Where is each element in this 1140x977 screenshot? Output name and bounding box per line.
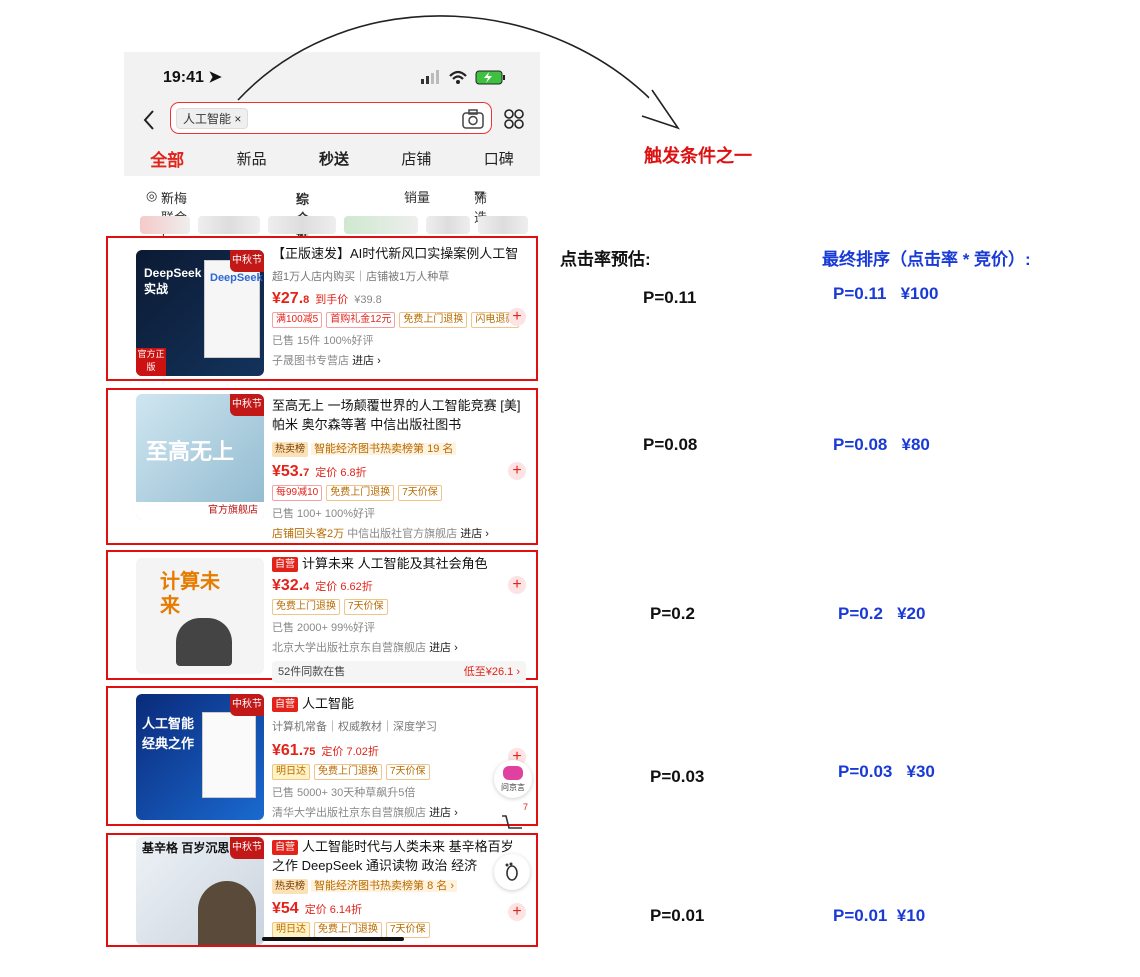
festival-badge: 中秋节 <box>230 837 264 859</box>
ctr-value: P=0.03 <box>650 767 705 786</box>
tab-new[interactable]: 新品 <box>237 148 267 169</box>
filter-button[interactable]: 筛选 ⛛ <box>474 188 487 225</box>
cart-icon[interactable]: 7 <box>500 802 528 832</box>
rank-value: P=0.2 ¥20 <box>838 604 926 623</box>
promo-badges: 免费上门退换 7天价保 <box>272 599 526 615</box>
canvas: 19:41 ➤ 人工智能 × 全部 新品 秒送 店铺 口碑 ◎ 新梅联合广… ˅ <box>0 0 1140 977</box>
product-card[interactable]: 基辛格 百岁沉思 中秋节 自营 人工智能时代与人类未来 基辛格百岁之作 DeepS… <box>106 833 538 947</box>
back-icon[interactable] <box>140 108 160 132</box>
trigger-arrow <box>237 15 681 130</box>
add-cart-button[interactable]: + <box>508 903 526 921</box>
filter-bar: ◎ 新梅联合广… ˅ 综合推荐 ˅ 销量 筛选 ⛛ <box>124 180 540 264</box>
product-card[interactable]: DeepSeek实战 DeepSeek 官方正版 中秋节 【正版速发】AI时代新… <box>106 236 538 381</box>
sold-count: 已售 2000+ 99%好评 <box>272 622 376 634</box>
product-card[interactable]: 人工智能 经典之作 中秋节 自营 人工智能 计算机常备｜权威教材｜深度学习 ¥61… <box>106 686 538 826</box>
shop-line[interactable]: 清华大学出版社京东自营旗舰店 进店 › <box>272 804 526 820</box>
shop-line[interactable]: 北京大学出版社京东自营旗舰店 进店 › <box>272 639 526 655</box>
product-card[interactable]: 至高无上 官方旗舰店 中秋节 至高无上 一场颠覆世界的人工智能竞赛 [美] 帕米… <box>106 388 538 545</box>
add-cart-button[interactable]: + <box>508 308 526 326</box>
rank-value: P=0.11 ¥100 <box>833 284 939 303</box>
festival-badge: 中秋节 <box>230 694 264 716</box>
rank-value: P=0.08 ¥80 <box>833 435 930 454</box>
ask-assistant-button[interactable]: 问京言 <box>494 760 532 798</box>
same-item-bar[interactable]: 52件同款在售 低至¥26.1 › <box>272 661 526 683</box>
rank-line: 热卖榜 智能经济图书热卖榜第 8 名 › <box>272 877 526 894</box>
status-time: 19:41 ➤ <box>163 69 222 86</box>
home-indicator <box>262 937 404 941</box>
ctr-value: P=0.11 <box>643 288 697 307</box>
ctr-heading: 点击率预估: <box>560 250 651 269</box>
ctr-value: P=0.01 <box>650 906 705 925</box>
price-tag: 定价 6.8折 <box>315 467 367 479</box>
promo-badges: 明日达 免费上门退换 7天价保 <box>272 922 526 938</box>
sort-filter[interactable]: 综合推荐 ˅ <box>296 189 309 264</box>
product-image: 基辛格 百岁沉思 中秋节 <box>136 837 264 945</box>
ctr-value: P=0.2 <box>650 604 695 623</box>
sold-count: 已售 100+ 100%好评 <box>272 508 376 520</box>
product-title[interactable]: 自营 计算未来 人工智能及其社会角色 <box>272 554 526 573</box>
product-image: 至高无上 官方旗舰店 中秋节 <box>136 394 264 520</box>
sold-count: 已售 15件 100%好评 <box>272 335 374 347</box>
shop-line[interactable]: 店铺回头客2万 中信出版社官方旗舰店 进店 › <box>272 525 526 541</box>
price: ¥32.4 <box>272 577 310 594</box>
price: ¥53.7 <box>272 463 310 480</box>
price-tag: 定价 7.02折 <box>321 746 379 758</box>
promo-badges: 明日达 免费上门退换 7天价保 <box>272 764 526 780</box>
price: ¥27.8 <box>272 290 310 307</box>
festival-badge: 中秋节 <box>230 394 264 416</box>
product-meta: 计算机常备｜权威教材｜深度学习 <box>272 721 437 733</box>
category-tabs: 全部 新品 秒送 店铺 口碑 <box>124 140 540 176</box>
price: ¥61.75 <box>272 742 316 759</box>
rank-value: P=0.03 ¥30 <box>838 762 935 781</box>
product-title[interactable]: 自营 人工智能 <box>272 694 526 713</box>
tab-shops[interactable]: 店铺 <box>401 148 431 169</box>
tab-instant[interactable]: 秒送 <box>319 148 349 169</box>
product-meta: 超1万人店内购买｜店铺被1万人种草 <box>272 271 450 283</box>
sold-count: 已售 5000+ 30天种草飙升5倍 <box>272 787 416 799</box>
rank-line: 热卖榜 智能经济图书热卖榜第 19 名 <box>272 440 526 457</box>
location-filter[interactable]: ◎ 新梅联合广… ˅ <box>146 188 187 244</box>
add-cart-button[interactable]: + <box>508 462 526 480</box>
trigger-label: 触发条件之一 <box>644 146 752 166</box>
ctr-value: P=0.08 <box>643 435 698 454</box>
product-title[interactable]: 至高无上 一场颠覆世界的人工智能竞赛 [美] 帕米 奥尔森等著 中信出版社图书 <box>272 396 526 434</box>
price-tag: 到手价 <box>315 294 349 306</box>
product-image: 计算未来 <box>136 558 264 674</box>
sales-filter[interactable]: 销量 <box>404 187 430 206</box>
product-card[interactable]: 计算未来 自营 计算未来 人工智能及其社会角色 ¥32.4 定价 6.62折 免费… <box>106 550 538 683</box>
price-tag: 定价 6.14折 <box>304 904 363 916</box>
promo-badges: 每99减10 免费上门退换 7天价保 <box>272 485 526 501</box>
add-cart-button[interactable]: + <box>508 576 526 594</box>
tab-reviews[interactable]: 口碑 <box>484 148 514 169</box>
product-title[interactable]: 自营 人工智能时代与人类未来 基辛格百岁之作 DeepSeek 通识读物 政治 经… <box>272 837 526 875</box>
rank-value: P=0.01 ¥10 <box>833 906 926 925</box>
product-title[interactable]: 【正版速发】AI时代新风口实操案例人工智 <box>272 244 526 263</box>
festival-badge: 中秋节 <box>230 250 264 272</box>
tab-all[interactable]: 全部 <box>150 146 184 171</box>
footprint-icon[interactable] <box>494 854 530 890</box>
product-image: 人工智能 经典之作 中秋节 <box>136 694 264 820</box>
product-image: DeepSeek实战 DeepSeek 官方正版 中秋节 <box>136 250 264 376</box>
price: ¥54 <box>272 900 299 917</box>
promo-badges: 满100减5 首购礼金12元 免费上门退换 闪电退款 <box>272 312 526 328</box>
blurred-quick-filters <box>130 214 540 236</box>
shop-line[interactable]: 子晟图书专营店 进店 › <box>272 352 526 368</box>
original-price: ¥39.8 <box>354 294 382 306</box>
rank-heading: 最终排序（点击率 * 竞价）: <box>822 250 1031 269</box>
price-tag: 定价 6.62折 <box>315 581 373 593</box>
